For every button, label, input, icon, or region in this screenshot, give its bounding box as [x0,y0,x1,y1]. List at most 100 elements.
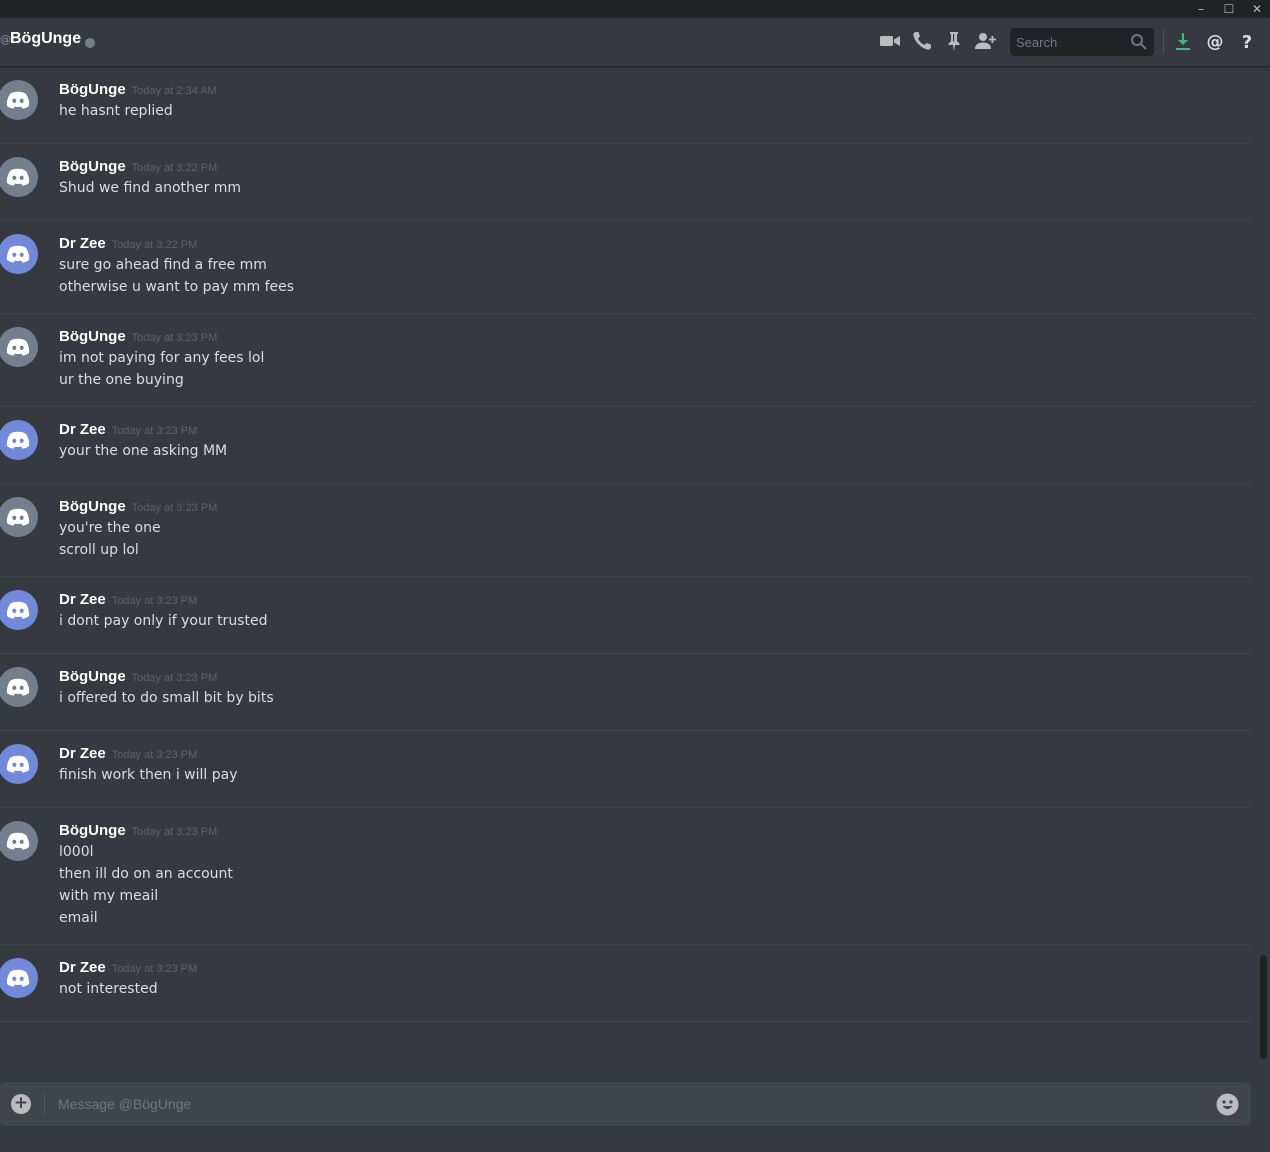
avatar[interactable] [0,590,38,630]
search-icon[interactable] [1130,33,1148,51]
message-header: BögUnge Today at 3:23 PM [59,665,1252,687]
minimize-button[interactable]: – [1187,0,1215,18]
emoji-icon[interactable] [1216,1093,1239,1116]
avatar[interactable] [0,821,38,861]
composer-divider [44,1092,45,1116]
message-list[interactable]: BögUnge Today at 2:34 AM he hasnt replied B… [0,67,1252,1061]
message-input[interactable] [58,1082,1198,1126]
message-text: sure go ahead find a free mm [59,257,267,273]
message-author[interactable]: Dr Zee [59,235,106,252]
status-indicator [85,38,95,48]
message-group: BögUnge Today at 3:23 PM l000l then ill do … [0,808,1252,945]
message-author[interactable]: BögUnge [59,668,126,685]
discord-logo-icon [6,91,30,109]
message-timestamp: Today at 3:23 PM [131,332,218,344]
message-author[interactable]: BögUnge [59,328,126,345]
search-bar[interactable] [1010,28,1154,56]
message-text: im not paying for any fees lol [59,350,265,366]
message-header: BögUnge Today at 2:34 AM [59,78,1252,100]
message-timestamp: Today at 3:22 PM [111,239,198,251]
maximize-button[interactable]: ☐ [1215,0,1243,18]
message-author[interactable]: BögUnge [59,822,126,839]
message-text: email [59,910,98,926]
avatar[interactable] [0,958,38,998]
discord-logo-icon [6,245,30,263]
add-user-icon[interactable] [974,30,996,52]
call-icon[interactable] [911,30,933,52]
message-group: BögUnge Today at 3:23 PM i offered to do s… [0,654,1252,731]
message-text: finish work then i will pay [59,767,238,783]
avatar[interactable] [0,157,38,197]
channel-header: @ BögUnge @ ? [0,18,1270,67]
discord-logo-icon [6,338,30,356]
avatar[interactable] [0,744,38,784]
download-icon[interactable] [1172,30,1194,52]
message-group: Dr Zee Today at 3:23 PM not interested [0,945,1252,1022]
message-timestamp: Today at 3:23 PM [111,963,198,975]
avatar[interactable] [0,234,38,274]
message-timestamp: Today at 3:23 PM [111,595,198,607]
message-header: BögUnge Today at 3:22 PM [59,155,1252,177]
message-group: BögUnge Today at 2:34 AM he hasnt replied [0,67,1252,144]
discord-logo-icon [6,755,30,773]
search-input[interactable] [1010,28,1134,56]
message-text: l000l [59,844,94,860]
message-text: i offered to do small bit by bits [59,690,274,706]
message-group: Dr Zee Today at 3:23 PM i dont pay only if… [0,577,1252,654]
message-timestamp: Today at 3:23 PM [111,425,198,437]
message-header: Dr Zee Today at 3:23 PM [59,588,1252,610]
message-text: i dont pay only if your trusted [59,613,268,629]
message-text: your the one asking MM [59,443,228,459]
video-icon[interactable] [879,30,901,52]
message-author[interactable]: Dr Zee [59,591,106,608]
avatar[interactable] [0,80,38,120]
close-button[interactable]: ✕ [1243,0,1270,18]
message-timestamp: Today at 3:23 PM [111,749,198,761]
message-timestamp: Today at 2:34 AM [131,85,217,97]
svg-text:@: @ [1207,32,1224,52]
message-text: scroll up lol [59,542,139,558]
message-text: not interested [59,981,158,997]
message-group: BögUnge Today at 3:22 PM Shud we find anot… [0,144,1252,221]
scrollbar-track[interactable] [1258,67,1268,1061]
avatar[interactable] [0,497,38,537]
discord-logo-icon [6,168,30,186]
message-group: Dr Zee Today at 3:23 PM your the one askin… [0,407,1252,484]
message-timestamp: Today at 3:23 PM [131,502,218,514]
message-author[interactable]: Dr Zee [59,745,106,762]
message-text: he hasnt replied [59,103,173,119]
avatar[interactable] [0,420,38,460]
discord-logo-icon [6,601,30,619]
discord-logo-icon [6,431,30,449]
message-group: BögUnge Today at 3:23 PM im not paying for… [0,314,1252,407]
message-header: BögUnge Today at 3:23 PM [59,325,1252,347]
message-author[interactable]: BögUnge [59,81,126,98]
help-icon[interactable]: ? [1236,30,1258,53]
plus-icon: + [13,1093,29,1113]
pin-icon[interactable] [943,30,965,52]
message-header: BögUnge Today at 3:23 PM [59,495,1252,517]
message-text: Shud we find another mm [59,180,241,196]
mention-icon[interactable]: @ [1204,30,1226,52]
message-header: Dr Zee Today at 3:23 PM [59,418,1252,440]
discord-logo-icon [6,832,30,850]
message-timestamp: Today at 3:23 PM [131,826,218,838]
upload-button[interactable]: + [11,1094,31,1114]
message-author[interactable]: BögUnge [59,498,126,515]
avatar[interactable] [0,327,38,367]
avatar[interactable] [0,667,38,707]
message-header: Dr Zee Today at 3:22 PM [59,232,1252,254]
window-title-bar: – ☐ ✕ [0,0,1270,18]
message-group: BögUnge Today at 3:23 PM you're the one scr… [0,484,1252,577]
message-header: Dr Zee Today at 3:23 PM [59,742,1252,764]
message-timestamp: Today at 3:23 PM [131,672,218,684]
scrollbar-thumb[interactable] [1260,955,1267,1059]
dm-username[interactable]: BögUnge [10,30,81,48]
message-author[interactable]: Dr Zee [59,421,106,438]
message-timestamp: Today at 3:22 PM [131,162,218,174]
message-text: then ill do on an account [59,866,233,882]
message-author[interactable]: BögUnge [59,158,126,175]
message-text: you're the one [59,520,161,536]
message-composer: + [0,1082,1251,1126]
message-author[interactable]: Dr Zee [59,959,106,976]
